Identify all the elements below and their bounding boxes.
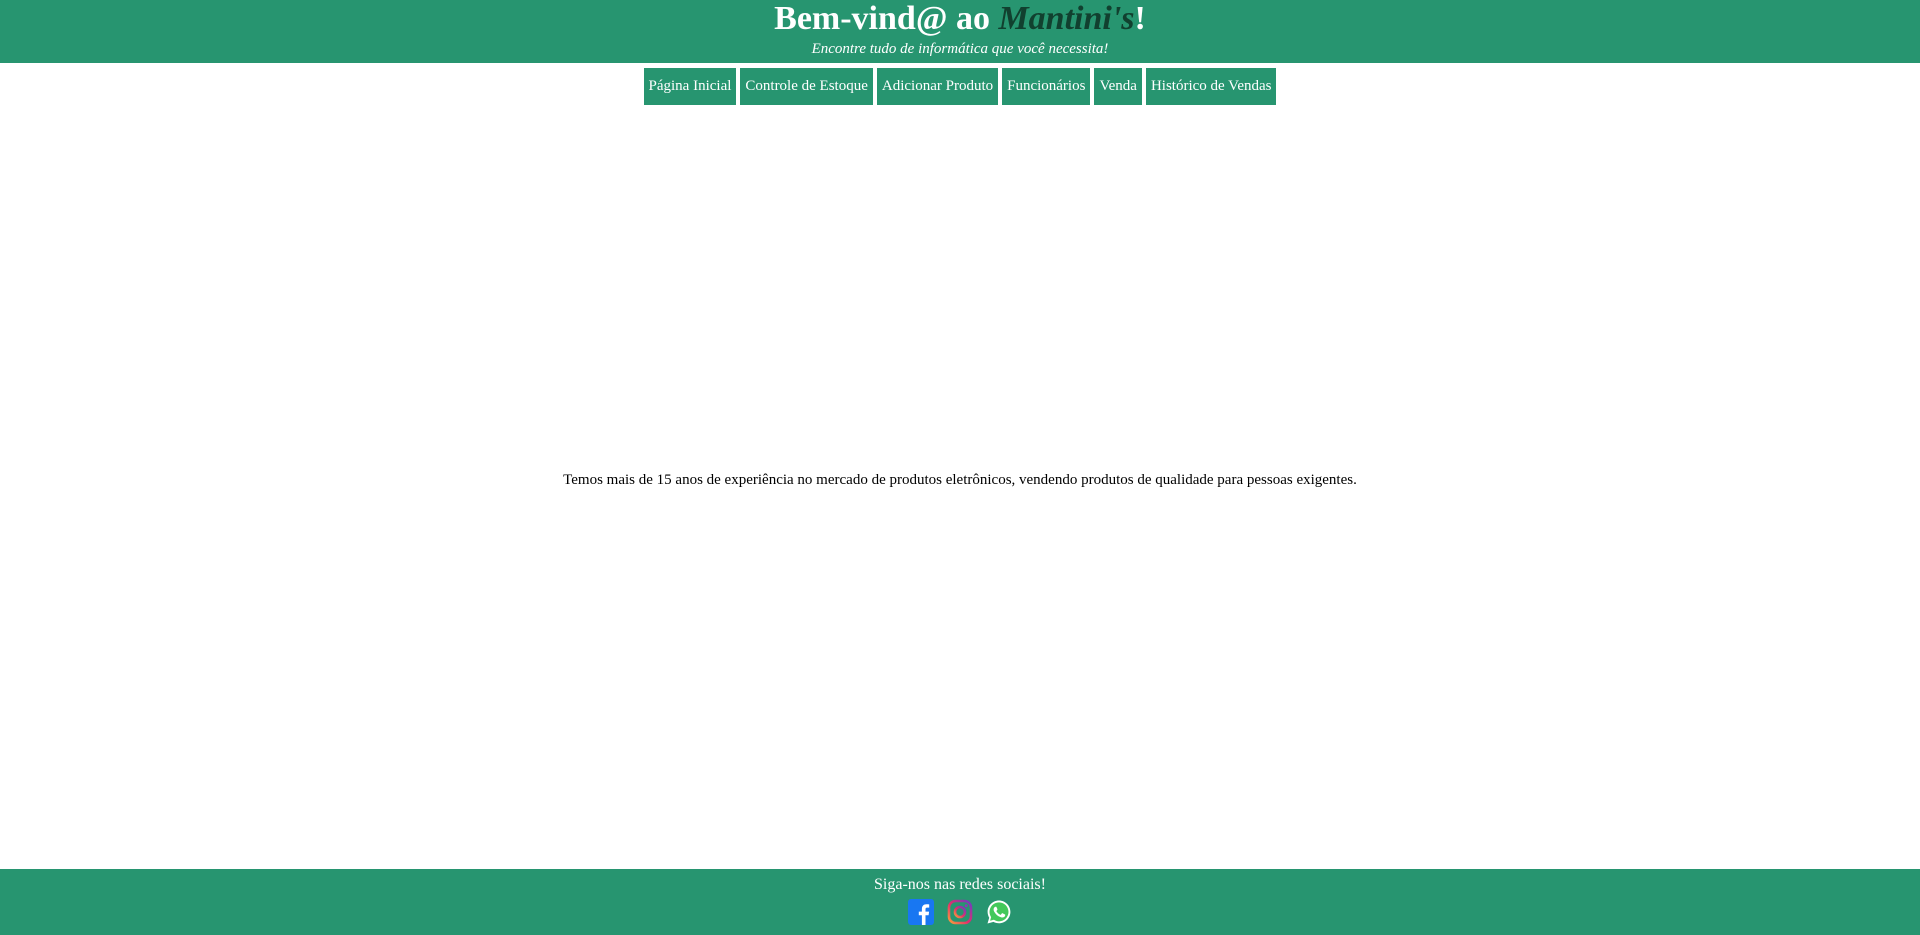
- facebook-icon[interactable]: [908, 899, 934, 925]
- footer-text: Siga-nos nas redes sociais!: [874, 876, 1046, 893]
- page: Bem-vind@ ao Mantini's! Encontre tudo de…: [0, 0, 1920, 935]
- nav-item-controle-de-estoque[interactable]: Controle de Estoque: [740, 68, 873, 105]
- site-footer: Siga-nos nas redes sociais!: [0, 869, 1920, 935]
- main-nav: Página Inicial Controle de Estoque Adici…: [0, 68, 1920, 105]
- instagram-icon[interactable]: [947, 899, 973, 925]
- nav-item-historico-de-vendas[interactable]: Histórico de Vendas: [1145, 68, 1277, 105]
- whatsapp-icon[interactable]: [986, 899, 1012, 925]
- title-suffix: !: [1134, 0, 1146, 37]
- site-header: Bem-vind@ ao Mantini's! Encontre tudo de…: [0, 0, 1920, 63]
- nav-item-adicionar-produto[interactable]: Adicionar Produto: [876, 68, 999, 105]
- nav-item-pagina-inicial[interactable]: Página Inicial: [643, 68, 737, 105]
- social-links: [0, 899, 1920, 925]
- nav-item-funcionarios[interactable]: Funcionários: [1002, 68, 1091, 105]
- about-text: Temos mais de 15 anos de experiência no …: [563, 472, 1357, 488]
- title-prefix: Bem-vind@ ao: [774, 0, 999, 37]
- nav-item-venda[interactable]: Venda: [1094, 68, 1142, 105]
- page-title: Bem-vind@ ao Mantini's!: [0, 0, 1920, 37]
- page-subtitle: Encontre tudo de informática que você ne…: [811, 41, 1109, 57]
- brand-name: Mantini's: [998, 0, 1135, 37]
